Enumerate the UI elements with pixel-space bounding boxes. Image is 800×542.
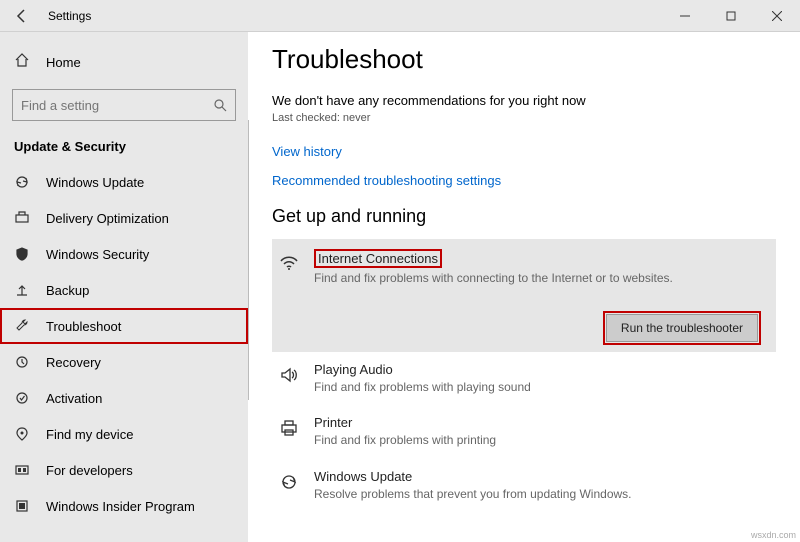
speaker-icon xyxy=(278,364,300,386)
sidebar: Home Update & Security Windows Update De… xyxy=(0,32,248,542)
close-button[interactable] xyxy=(754,0,800,32)
shield-icon xyxy=(14,246,30,262)
sidebar-item-label: Recovery xyxy=(46,355,101,370)
troubleshooter-playing-audio[interactable]: Playing Audio Find and fix problems with… xyxy=(272,352,776,405)
insider-icon xyxy=(14,498,30,514)
minimize-button[interactable] xyxy=(662,0,708,32)
troubleshooter-desc: Find and fix problems with printing xyxy=(314,432,764,448)
sidebar-item-label: For developers xyxy=(46,463,133,478)
home-label: Home xyxy=(46,55,81,70)
sidebar-item-windows-security[interactable]: Windows Security xyxy=(0,236,248,272)
section-heading: Get up and running xyxy=(272,206,776,227)
printer-icon xyxy=(278,417,300,439)
sidebar-item-label: Windows Security xyxy=(46,247,149,262)
troubleshooter-title: Playing Audio xyxy=(314,362,764,377)
sidebar-item-label: Windows Insider Program xyxy=(46,499,195,514)
sync-icon xyxy=(278,471,300,493)
search-input[interactable] xyxy=(21,98,213,113)
sidebar-item-recovery[interactable]: Recovery xyxy=(0,344,248,380)
backup-icon xyxy=(14,282,30,298)
developer-icon xyxy=(14,462,30,478)
sidebar-item-for-developers[interactable]: For developers xyxy=(0,452,248,488)
wrench-icon xyxy=(14,318,30,334)
watermark: wsxdn.com xyxy=(751,530,796,540)
troubleshooter-title: Printer xyxy=(314,415,764,430)
sidebar-item-label: Backup xyxy=(46,283,89,298)
sidebar-item-label: Windows Update xyxy=(46,175,144,190)
sidebar-item-delivery-optimization[interactable]: Delivery Optimization xyxy=(0,200,248,236)
troubleshooter-internet-connections[interactable]: Internet Connections Find and fix proble… xyxy=(272,239,776,352)
troubleshooter-desc: Find and fix problems with playing sound xyxy=(314,379,764,395)
back-button[interactable] xyxy=(14,8,30,24)
troubleshooter-title: Windows Update xyxy=(314,469,764,484)
title-bar: Settings xyxy=(0,0,800,32)
troubleshooter-printer[interactable]: Printer Find and fix problems with print… xyxy=(272,405,776,458)
sidebar-item-label: Activation xyxy=(46,391,102,406)
recovery-icon xyxy=(14,354,30,370)
troubleshooter-title: Internet Connections xyxy=(314,249,442,268)
sidebar-item-windows-insider[interactable]: Windows Insider Program xyxy=(0,488,248,524)
sidebar-item-activation[interactable]: Activation xyxy=(0,380,248,416)
search-box[interactable] xyxy=(12,89,236,121)
sidebar-item-find-my-device[interactable]: Find my device xyxy=(0,416,248,452)
delivery-icon xyxy=(14,210,30,226)
troubleshooter-desc: Resolve problems that prevent you from u… xyxy=(314,486,764,502)
maximize-button[interactable] xyxy=(708,0,754,32)
sidebar-item-windows-update[interactable]: Windows Update xyxy=(0,164,248,200)
sidebar-item-backup[interactable]: Backup xyxy=(0,272,248,308)
page-title: Troubleshoot xyxy=(272,44,776,75)
content-area: Troubleshoot We don't have any recommend… xyxy=(248,32,800,542)
sidebar-item-label: Troubleshoot xyxy=(46,319,121,334)
home-nav[interactable]: Home xyxy=(0,44,248,81)
location-icon xyxy=(14,426,30,442)
home-icon xyxy=(14,52,30,73)
search-icon xyxy=(213,98,227,112)
sidebar-item-label: Delivery Optimization xyxy=(46,211,169,226)
view-history-link[interactable]: View history xyxy=(272,144,776,159)
window-title: Settings xyxy=(48,9,91,23)
category-heading: Update & Security xyxy=(0,133,248,164)
wifi-icon xyxy=(278,251,300,273)
sync-icon xyxy=(14,174,30,190)
sidebar-item-label: Find my device xyxy=(46,427,133,442)
last-checked-text: Last checked: never xyxy=(272,112,776,124)
activation-icon xyxy=(14,390,30,406)
sidebar-item-troubleshoot[interactable]: Troubleshoot xyxy=(0,308,248,344)
run-troubleshooter-button[interactable]: Run the troubleshooter xyxy=(606,314,758,342)
recommended-settings-link[interactable]: Recommended troubleshooting settings xyxy=(272,173,776,188)
recommendation-text: We don't have any recommendations for yo… xyxy=(272,93,776,108)
troubleshooter-desc: Find and fix problems with connecting to… xyxy=(314,270,764,286)
troubleshooter-windows-update[interactable]: Windows Update Resolve problems that pre… xyxy=(272,459,776,512)
